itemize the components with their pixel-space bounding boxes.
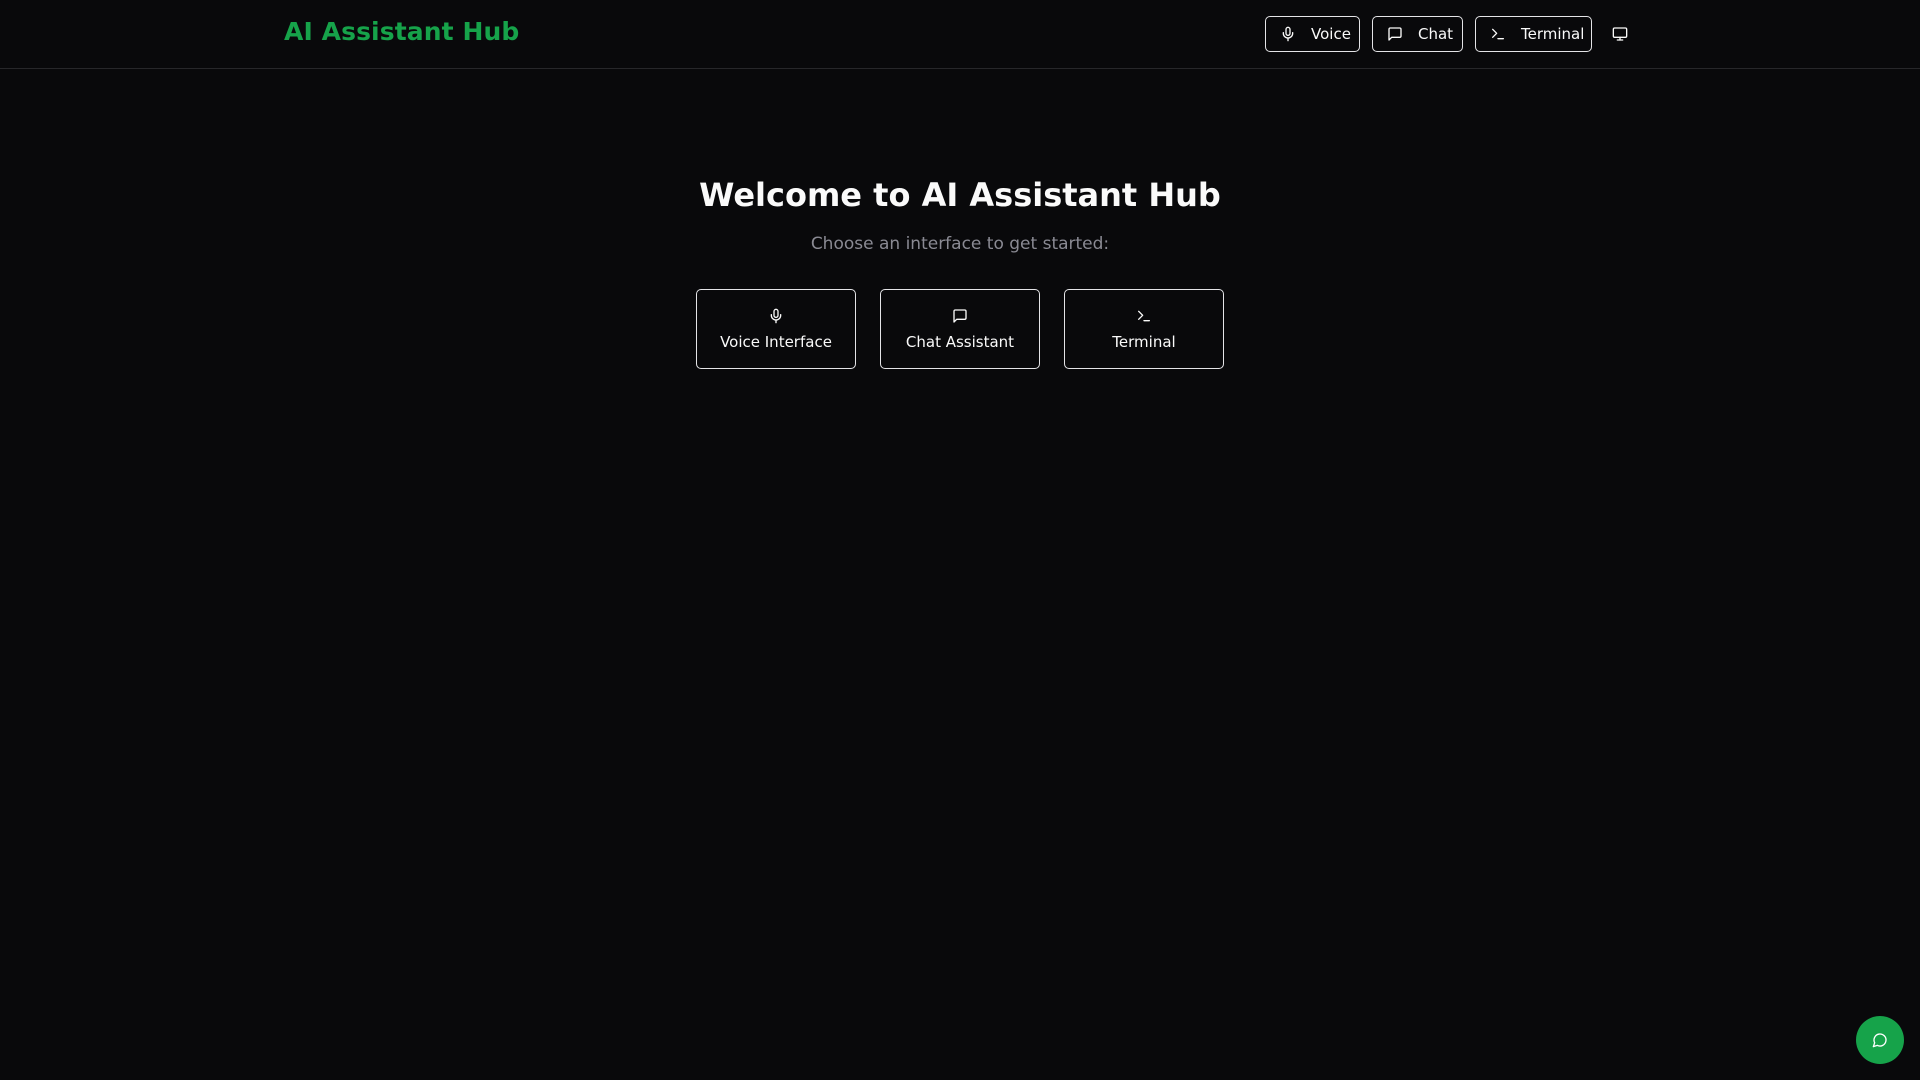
- top-header: AI Assistant Hub Voice Chat Terminal: [0, 0, 1920, 69]
- nav-voice-button[interactable]: Voice: [1265, 16, 1360, 52]
- chat-fab-button[interactable]: [1856, 1016, 1904, 1064]
- nav-chat-label: Chat: [1418, 25, 1454, 43]
- message-circle-icon: [1872, 1032, 1888, 1048]
- brand-title[interactable]: AI Assistant Hub: [284, 17, 519, 46]
- mic-icon: [768, 308, 784, 324]
- nav-terminal-button[interactable]: Terminal: [1475, 16, 1592, 52]
- terminal-icon: [1490, 26, 1506, 42]
- terminal-card[interactable]: Terminal: [1064, 289, 1224, 369]
- chat-assistant-card[interactable]: Chat Assistant: [880, 289, 1040, 369]
- terminal-icon: [1136, 308, 1152, 324]
- terminal-label: Terminal: [1112, 333, 1176, 351]
- theme-toggle-button[interactable]: [1606, 22, 1634, 46]
- monitor-icon: [1612, 26, 1628, 42]
- page-title: Welcome to AI Assistant Hub: [699, 176, 1221, 214]
- chat-assistant-label: Chat Assistant: [905, 333, 1015, 351]
- message-square-icon: [952, 308, 968, 324]
- nav-voice-label: Voice: [1311, 25, 1351, 43]
- message-square-icon: [1387, 26, 1403, 42]
- mic-icon: [1280, 26, 1296, 42]
- nav-chat-button[interactable]: Chat: [1372, 16, 1463, 52]
- voice-interface-label: Voice Interface: [720, 333, 832, 351]
- page-subtitle: Choose an interface to get started:: [810, 234, 1110, 254]
- voice-interface-card[interactable]: Voice Interface: [696, 289, 856, 369]
- nav-terminal-label: Terminal: [1521, 25, 1585, 43]
